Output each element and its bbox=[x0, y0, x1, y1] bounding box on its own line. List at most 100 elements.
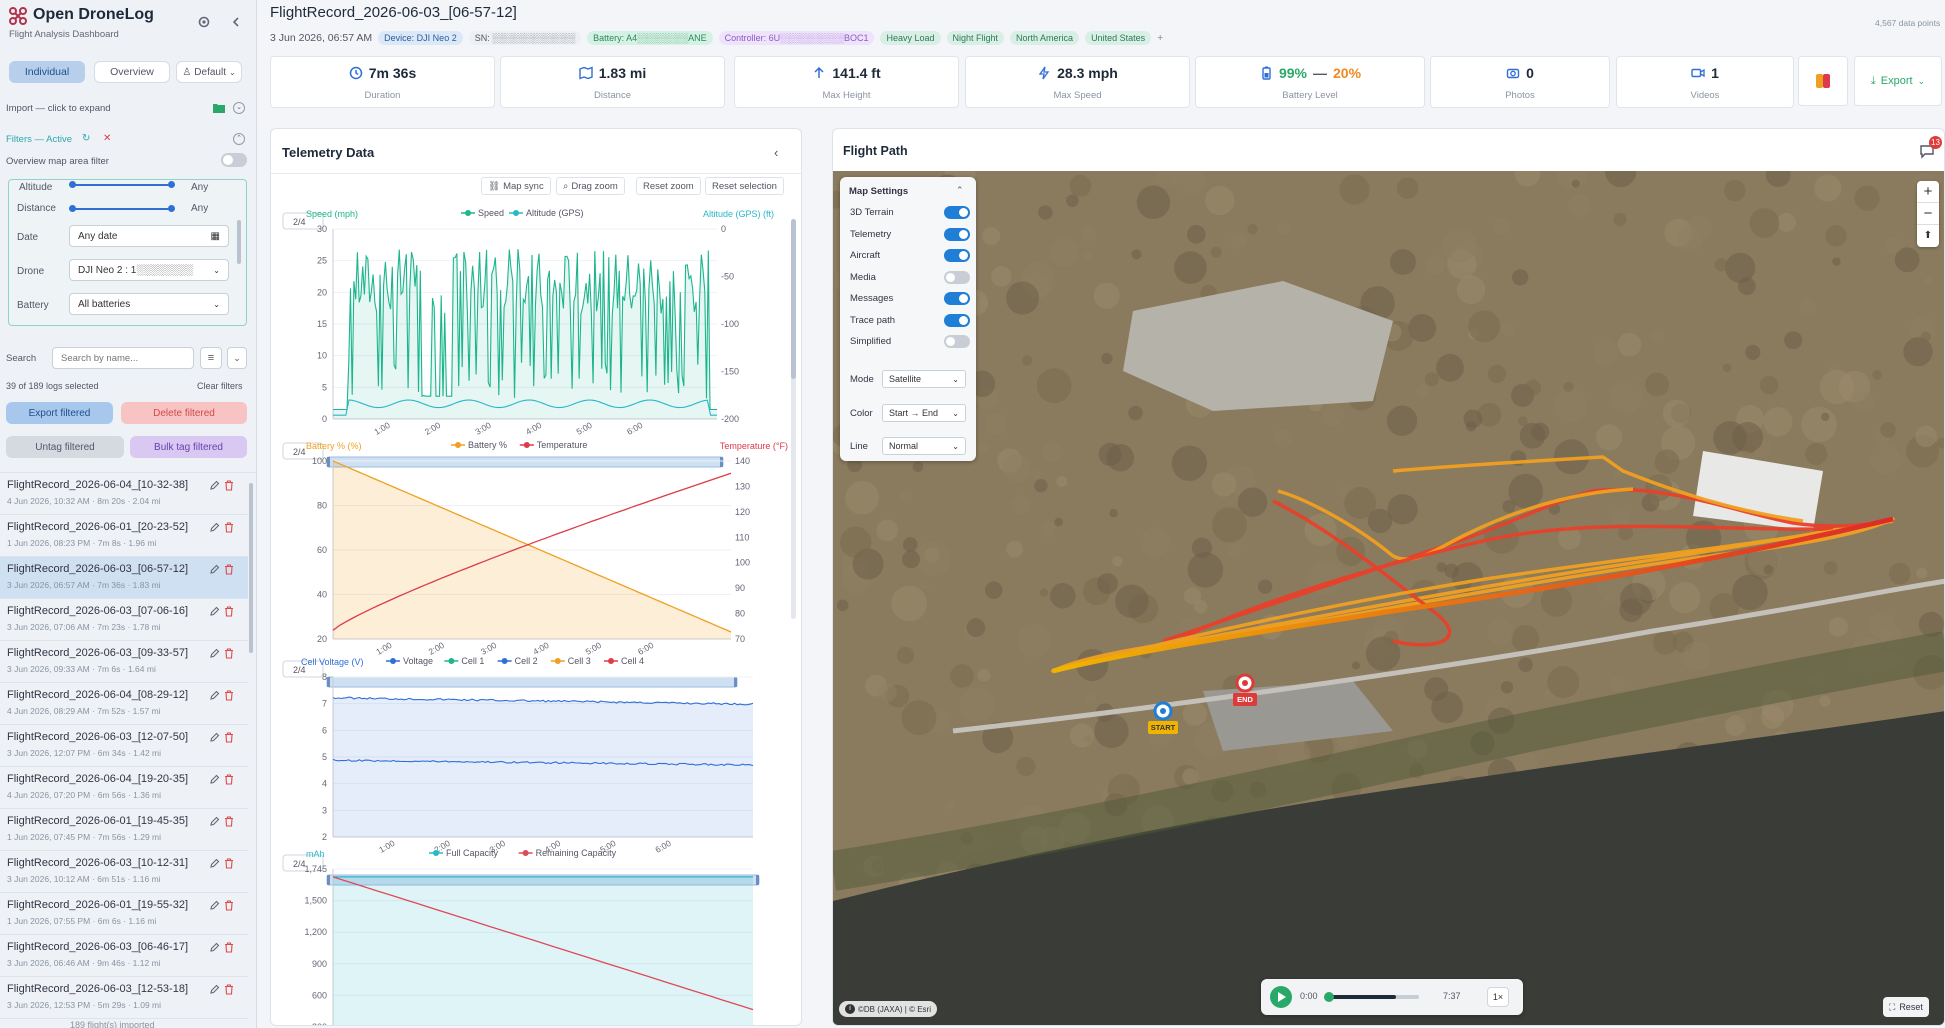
edit-pencil-icon[interactable] bbox=[209, 774, 220, 785]
reset-view-button[interactable]: ⛶ Reset bbox=[1883, 997, 1929, 1017]
color-palette-button[interactable] bbox=[1798, 56, 1848, 106]
filters-collapse-icon[interactable]: ⌃ bbox=[233, 133, 245, 145]
drag-zoom-button[interactable]: ⌕ Drag zoom bbox=[556, 177, 625, 195]
edit-pencil-icon[interactable] bbox=[209, 564, 220, 575]
delete-trash-icon[interactable] bbox=[224, 732, 234, 743]
delete-filtered-button[interactable]: Delete filtered bbox=[121, 402, 247, 424]
flight-list-item[interactable]: FlightRecord_2026-06-01_[19-55-32] 1 Jun … bbox=[0, 893, 248, 935]
export-filtered-button[interactable]: Export filtered bbox=[6, 402, 113, 424]
delete-trash-icon[interactable] bbox=[224, 942, 234, 953]
legend-entry[interactable]: Full Capacity bbox=[446, 848, 499, 858]
map-toggle-telemetry[interactable] bbox=[944, 227, 970, 241]
delete-trash-icon[interactable] bbox=[224, 564, 234, 575]
tag-badge[interactable]: Heavy Load bbox=[880, 31, 941, 45]
map-toggle-messages[interactable] bbox=[944, 292, 970, 305]
altitude-slider[interactable] bbox=[69, 181, 175, 188]
delete-trash-icon[interactable] bbox=[224, 648, 234, 659]
legend-entry[interactable]: Temperature bbox=[537, 440, 588, 450]
range-handle-left[interactable] bbox=[327, 457, 330, 467]
info-icon[interactable]: i bbox=[845, 1004, 855, 1014]
flight-list-item[interactable]: FlightRecord_2026-06-01_[20-23-52] 1 Jun … bbox=[0, 515, 248, 557]
flight-list-item[interactable]: FlightRecord_2026-06-03_[06-57-12] 3 Jun … bbox=[0, 557, 248, 599]
edit-pencil-icon[interactable] bbox=[209, 522, 220, 533]
import-expand-icon[interactable]: ⌄ bbox=[233, 102, 245, 114]
tag-badge[interactable]: Night Flight bbox=[946, 31, 1005, 45]
legend-entry[interactable]: Voltage bbox=[403, 656, 433, 666]
map-toggle-3d-terrain[interactable] bbox=[944, 206, 970, 219]
tab-overview[interactable]: Overview bbox=[94, 61, 170, 83]
zoom-in-icon[interactable]: + bbox=[1917, 181, 1939, 203]
range-handle-right[interactable] bbox=[720, 457, 723, 467]
delete-trash-icon[interactable] bbox=[224, 690, 234, 701]
bulk-tag-filtered-button[interactable]: Bulk tag filtered bbox=[130, 436, 247, 458]
flight-list-item[interactable]: FlightRecord_2026-06-03_[10-12-31] 3 Jun … bbox=[0, 851, 248, 893]
flight-list-scrollbar[interactable] bbox=[249, 483, 253, 653]
zoom-out-icon[interactable]: − bbox=[1917, 203, 1939, 225]
range-brush[interactable] bbox=[326, 456, 724, 468]
flight-list-item[interactable]: FlightRecord_2026-06-03_[12-53-18] 3 Jun … bbox=[0, 977, 248, 1019]
map-toggle-simplified[interactable] bbox=[944, 335, 970, 348]
telemetry-scrollbar[interactable] bbox=[791, 219, 796, 619]
distance-slider[interactable] bbox=[69, 205, 175, 212]
tag-badge[interactable]: Battery: A4░░░░░░░░ANE bbox=[587, 31, 713, 45]
delete-trash-icon[interactable] bbox=[224, 606, 234, 617]
tab-individual[interactable]: Individual bbox=[9, 61, 85, 83]
flight-list-item[interactable]: FlightRecord_2026-06-03_[09-33-57] 3 Jun … bbox=[0, 641, 248, 683]
sort-icon[interactable]: ≡ bbox=[200, 347, 222, 369]
edit-pencil-icon[interactable] bbox=[209, 858, 220, 869]
legend-entry[interactable]: Cell 3 bbox=[568, 656, 591, 666]
edit-pencil-icon[interactable] bbox=[209, 900, 220, 911]
legend-entry[interactable]: Cell 1 bbox=[461, 656, 484, 666]
date-picker[interactable]: Any date ▦ bbox=[69, 225, 229, 247]
flight-list-item[interactable]: FlightRecord_2026-06-04_[08-29-12] 4 Jun … bbox=[0, 683, 248, 725]
collapse-sidebar-icon[interactable] bbox=[230, 15, 242, 29]
flight-list-item[interactable]: FlightRecord_2026-06-04_[10-32-38] 4 Jun … bbox=[0, 473, 248, 515]
legend-entry[interactable]: Remaining Capacity bbox=[536, 848, 617, 858]
legend-entry[interactable]: Cell 2 bbox=[515, 656, 538, 666]
flight-list-item[interactable]: FlightRecord_2026-06-03_[07-06-16] 3 Jun … bbox=[0, 599, 248, 641]
map-area-filter-toggle[interactable] bbox=[221, 153, 247, 167]
reset-zoom-button[interactable]: Reset zoom bbox=[636, 177, 701, 195]
edit-pencil-icon[interactable] bbox=[209, 690, 220, 701]
add-tag-button[interactable]: + bbox=[1157, 32, 1163, 44]
play-icon[interactable] bbox=[1270, 986, 1292, 1008]
flight-list-item[interactable]: FlightRecord_2026-06-03_[12-07-50] 3 Jun … bbox=[0, 725, 248, 767]
tag-badge[interactable]: SN: ░░░░░░░░░░░░░ bbox=[468, 31, 582, 45]
flight-list-item[interactable]: FlightRecord_2026-06-01_[19-45-35] 1 Jun … bbox=[0, 809, 248, 851]
tag-badge[interactable]: Controller: 6U░░░░░░░░░░BOC1 bbox=[718, 31, 875, 45]
edit-pencil-icon[interactable] bbox=[209, 606, 220, 617]
start-marker[interactable]: START bbox=[1147, 699, 1179, 743]
mode-select[interactable]: Satellite ⌄ bbox=[882, 370, 966, 388]
telemetry-chart-3[interactable]: 2/4Cell Voltage (V) Voltage Cell 1 Cell 2 Ce… bbox=[282, 656, 760, 886]
tag-badge[interactable]: United States bbox=[1085, 31, 1152, 45]
legend-entry[interactable]: Cell 4 bbox=[621, 656, 644, 666]
import-toggle[interactable]: Import — click to expand bbox=[6, 103, 111, 114]
flight-list-item[interactable]: FlightRecord_2026-06-03_[06-46-17] 3 Jun … bbox=[0, 935, 248, 977]
range-handle-right[interactable] bbox=[734, 677, 737, 687]
edit-pencil-icon[interactable] bbox=[209, 816, 220, 827]
flight-list-item[interactable]: FlightRecord_2026-06-04_[19-20-35] 4 Jun … bbox=[0, 767, 248, 809]
edit-pencil-icon[interactable] bbox=[209, 648, 220, 659]
battery-select[interactable]: All batteries ⌄ bbox=[69, 293, 229, 315]
compass-icon[interactable]: ⬆ bbox=[1917, 225, 1939, 247]
range-handle-left[interactable] bbox=[327, 677, 330, 687]
filters-scrollbar[interactable] bbox=[237, 220, 241, 264]
telemetry-chart-2[interactable]: 2/4Battery % (%) Temperature (°F) Battery … bbox=[282, 440, 788, 688]
sort-chevron-icon[interactable]: ⌄ bbox=[227, 347, 247, 369]
tag-badge[interactable]: Device: DJI Neo 2 bbox=[378, 31, 463, 45]
legend-entry[interactable]: Altitude (GPS) bbox=[526, 208, 584, 218]
legend-entry[interactable]: Speed bbox=[478, 208, 504, 218]
edit-pencil-icon[interactable] bbox=[209, 480, 220, 491]
playback-speed-button[interactable]: 1× bbox=[1487, 987, 1509, 1007]
delete-trash-icon[interactable] bbox=[224, 480, 234, 491]
collapse-panel-icon[interactable]: ‹ bbox=[774, 145, 778, 160]
settings-gear-icon[interactable] bbox=[197, 15, 211, 29]
clear-filters-link[interactable]: Clear filters bbox=[197, 381, 243, 391]
edit-pencil-icon[interactable] bbox=[209, 942, 220, 953]
map-settings-collapse-icon[interactable]: ⌃ bbox=[956, 185, 964, 196]
range-brush[interactable] bbox=[326, 676, 738, 688]
map-toggle-trace-path[interactable] bbox=[944, 313, 970, 327]
legend-entry[interactable]: Battery % bbox=[468, 440, 507, 450]
delete-trash-icon[interactable] bbox=[224, 522, 234, 533]
refresh-icon[interactable]: ↻ bbox=[82, 133, 90, 144]
